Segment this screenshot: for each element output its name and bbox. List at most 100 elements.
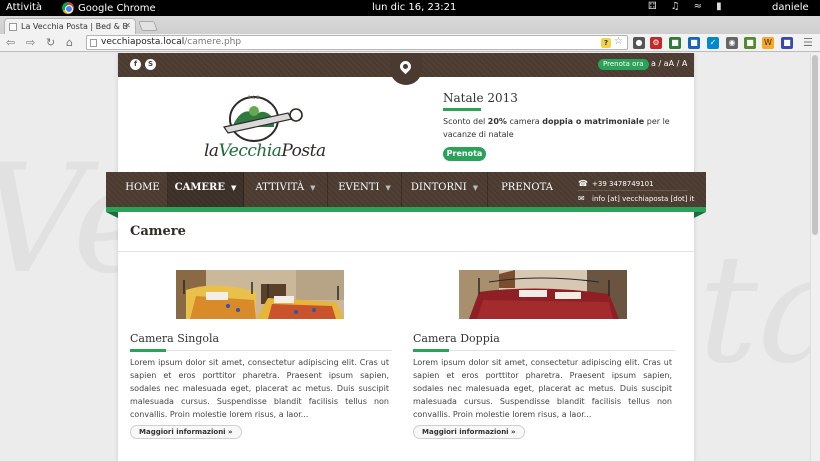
battery-icon[interactable]: ▮ [716,1,722,12]
caret-down-icon: ▼ [230,183,237,192]
user-menu[interactable]: daniele [772,2,809,13]
logo-word-la: la [204,141,219,161]
caret-down-icon: ▼ [472,184,479,192]
room-photo-doppia[interactable] [459,270,627,319]
site-container: f S Prenota ora a / aA / A B & B laVecch… [106,53,706,461]
tab-title: La Vecchia Posta | Bed & B [21,22,128,31]
tab-strip: La Vecchia Posta | Bed & B ✕ [0,16,820,34]
nav-label: ATTIVITÀ [255,182,305,193]
browser-tab[interactable]: La Vecchia Posta | Bed & B ✕ [4,18,136,34]
activities-button[interactable]: Attività [6,2,42,13]
logo-wordmark: laVecchiaPosta [204,141,326,161]
extension-icon-7[interactable]: ■ [744,37,756,49]
extension-icon-9[interactable]: ■ [781,37,793,49]
extension-icon-1[interactable]: ● [633,37,645,49]
accessibility-icon[interactable]: ⚃ [648,1,657,12]
scrollbar-thumb[interactable] [812,55,818,235]
clock[interactable]: lun dic 16, 23:21 [372,2,456,13]
menu-icon[interactable]: ☰ [803,36,813,49]
app-menu[interactable]: Google Chrome [62,2,156,14]
forward-icon[interactable]: ⇨ [26,36,35,49]
page-viewport: Ve ta f S Prenota ora a / aA / A B & B l… [0,53,820,461]
email-address: info [at] vecchiaposta [dot] it [592,195,695,203]
promo-room-type: doppia o matrimoniale [542,117,645,126]
prenota-ora-button[interactable]: Prenota ora [598,59,649,70]
extension-icon-8[interactable]: W [762,37,774,49]
background-watermark-right: ta [698,223,820,397]
map-pin-tab[interactable] [390,53,422,85]
title-divider [118,251,694,252]
nav-item-dintorni[interactable]: DINTORNI ▼ [402,172,488,207]
phone-icon: ☎ [578,179,588,188]
more-info-button[interactable]: Maggiori informazioni » [413,425,525,439]
contact-divider [578,190,688,191]
nav-item-camere[interactable]: CAMERE ▼ [168,172,244,207]
phone-number: +39 3478749101 [592,180,654,188]
logo-word-vecchia: Vecchia [218,141,282,161]
help-extension-icon[interactable]: ? [601,38,611,48]
nav-item-eventi[interactable]: EVENTI ▼ [328,172,402,207]
room-name-divider [413,350,675,351]
chrome-icon [62,2,74,14]
room-name[interactable]: Camera Singola [130,332,219,345]
caret-down-icon: ▼ [310,184,316,192]
nav-item-attivita[interactable]: ATTIVITÀ ▼ [244,172,328,207]
email-icon: ✉ [578,194,585,203]
extension-icon-6[interactable]: ◉ [726,37,738,49]
extension-icon-4[interactable]: ■ [688,37,700,49]
map-pin-icon [397,58,414,75]
promo-text-mid: camera [506,117,543,126]
favicon-icon [9,23,17,31]
network-icon[interactable]: ≈ [694,1,702,12]
nav-label: CAMERE [174,182,225,193]
promo-prenota-button[interactable]: Prenota [443,147,486,161]
room-name-underline [413,349,449,352]
room-description: Lorem ipsum dolor sit amet, consectetur … [130,358,389,419]
ribbon-fold-left [106,212,118,218]
logo-emblem-icon: B & B [223,95,303,142]
room-photo-singola[interactable] [176,270,344,319]
contact-email[interactable]: ✉ info [at] vecchiaposta [dot] it [578,194,694,203]
room-name[interactable]: Camera Doppia [413,332,500,345]
url-host: vecchiaposta.local [101,37,185,47]
skype-icon[interactable]: S [145,59,156,70]
promo-discount: 20% [487,117,507,126]
new-tab-button[interactable] [138,21,158,31]
page-title: Camere [130,224,186,239]
promo-title: Natale 2013 [443,91,518,105]
svg-text:B & B: B & B [248,95,259,100]
room-photo-singola-image [176,270,344,319]
site-logo[interactable]: B & B laVecchiaPosta [204,93,326,165]
system-top-bar: Attività Google Chrome lun dic 16, 23:21… [0,0,820,16]
contact-phone[interactable]: ☎ +39 3478749101 [578,179,654,188]
app-name: Google Chrome [78,2,156,14]
browser-toolbar: ⇦ ⇨ ↻ ⌂ vecchiaposta.local/camere.php ? … [0,34,820,52]
nav-item-prenota[interactable]: PRENOTA [488,172,566,207]
nav-item-home[interactable]: HOME [118,172,168,207]
page-scrollbar[interactable] [810,53,820,461]
bookmark-star-icon[interactable]: ☆ [614,36,623,47]
promo-text: Sconto del 20% camera doppia o matrimoni… [443,115,691,141]
nav-label: PRENOTA [501,182,553,193]
close-tab-icon[interactable]: ✕ [124,21,131,30]
back-icon[interactable]: ⇦ [6,36,15,49]
extension-icon-5[interactable]: ✓ [707,37,719,49]
promo-underline [443,108,481,111]
room-description: Lorem ipsum dolor sit amet, consectetur … [413,358,672,419]
font-size-switcher[interactable]: a / aA / A [651,59,687,68]
room-name-divider [130,350,392,351]
extension-icon-2[interactable]: ⚙ [650,37,662,49]
room-name-underline [130,349,166,352]
facebook-icon[interactable]: f [130,59,141,70]
more-info-button[interactable]: Maggiori informazioni » [130,425,242,439]
system-tray[interactable]: ⚃ ♫ ≈ ▮ [648,1,722,12]
address-bar[interactable]: vecchiaposta.local/camere.php ? ☆ [86,35,628,50]
home-icon[interactable]: ⌂ [66,36,73,49]
main-navigation: HOME CAMERE ▼ ATTIVITÀ ▼ EVENTI ▼ DINTORNI ▼… [106,172,706,207]
reload-icon[interactable]: ↻ [46,36,55,49]
caret-down-icon: ▼ [385,184,391,192]
extension-icon-3[interactable]: ■ [669,37,681,49]
logo-word-posta: Posta [281,141,326,161]
volume-icon[interactable]: ♫ [671,1,680,12]
ribbon-fold-right [694,212,706,218]
